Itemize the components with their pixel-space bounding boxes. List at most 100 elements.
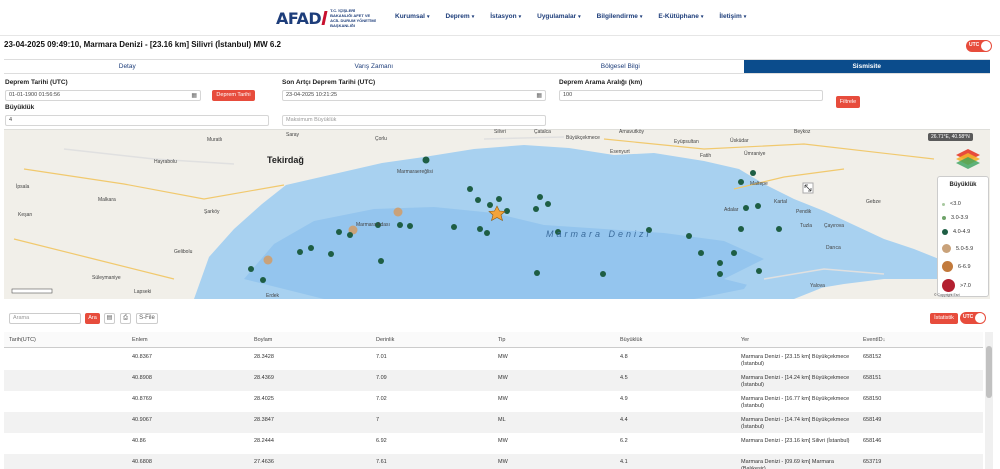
event-dot-4[interactable] (534, 270, 540, 276)
event-dot-4[interactable] (717, 260, 723, 266)
cell-type: MW (498, 354, 508, 360)
event-dot-4[interactable] (248, 266, 254, 272)
calendar-icon[interactable]: ▦ (536, 92, 542, 101)
utc-toggle-top[interactable]: UTC (966, 40, 992, 52)
event-dot-4[interactable] (537, 194, 543, 200)
min-magnitude-input[interactable]: 4 (5, 115, 269, 126)
deprem-tarihi-button[interactable]: Deprem Tarihi (212, 90, 255, 101)
filter-button[interactable]: Filtrele (836, 96, 860, 108)
menu-item-kurumsal[interactable]: Kurumsal ▾ (395, 13, 430, 20)
range-input[interactable]: 100 (559, 90, 823, 101)
tab-detay[interactable]: Detay (4, 60, 251, 73)
main-menu: Kurumsal ▾ Deprem ▾ İstasyon ▾ Uygulamalar ▾… (395, 13, 762, 20)
tab-varis-zamani[interactable]: Varış Zamanı (251, 60, 498, 73)
event-dot-4[interactable] (496, 196, 502, 202)
event-dot-4[interactable] (755, 203, 761, 209)
column-header-lon[interactable]: Boylam (254, 332, 272, 348)
start-date-input[interactable]: 01-01-1900 01:56:56 ▦ (5, 90, 201, 101)
event-dot-4[interactable] (260, 277, 266, 283)
menu-item-iletisim[interactable]: İletişim ▾ (719, 13, 746, 20)
print-icon[interactable]: ⎙ (120, 313, 131, 324)
column-header-magnitude[interactable]: Büyüklük (620, 332, 642, 348)
table-row[interactable]: 40.8769 28.4025 7.02 MW 4.9 Marmara Deni… (4, 391, 983, 412)
event-dot-4[interactable] (347, 232, 353, 238)
tab-sismisite[interactable]: Sismisite (743, 60, 990, 73)
search-button[interactable]: Ara (85, 313, 100, 324)
sfile-button[interactable]: S-File (136, 313, 158, 324)
event-dot-5[interactable] (263, 255, 273, 265)
event-dot-4[interactable] (731, 250, 737, 256)
event-dot-4[interactable] (545, 201, 551, 207)
event-dot-4[interactable] (686, 233, 692, 239)
event-dot-4[interactable] (451, 224, 457, 230)
event-dot-4[interactable] (484, 230, 490, 236)
column-header-type[interactable]: Tip (498, 332, 505, 348)
event-dot-4[interactable] (397, 222, 403, 228)
event-dot-4[interactable] (756, 268, 762, 274)
table-toolbar: Arama Ara ▤ ⎙ S-File İstatistik UTC (4, 312, 990, 326)
event-dot-4[interactable] (600, 271, 606, 277)
utc-toggle-table[interactable]: UTC (960, 312, 986, 324)
event-dot-4[interactable] (504, 208, 510, 214)
max-magnitude-input[interactable]: Maksimum Büyüklük (282, 115, 546, 126)
map-coordinates: 26.71°E, 40.58°N (928, 133, 973, 141)
event-dot-4[interactable] (422, 156, 430, 164)
table-scrollbar-thumb[interactable] (986, 346, 992, 398)
end-date-input[interactable]: 23-04-2025 10:21:25 ▦ (282, 90, 546, 101)
fullscreen-icon[interactable] (802, 182, 814, 194)
layers-icon[interactable] (956, 149, 980, 169)
event-dot-4[interactable] (698, 250, 704, 256)
menu-item-bilgilendirme[interactable]: Bilgilendirme ▾ (597, 13, 643, 20)
event-dot-4[interactable] (776, 226, 782, 232)
column-header-date[interactable]: Tarih(UTC) (9, 332, 36, 348)
event-dot-5[interactable] (393, 207, 403, 217)
event-dot-4[interactable] (308, 245, 314, 251)
tab-bolgesel-bilgi[interactable]: Bölgesel Bilgi (497, 60, 744, 73)
event-dot-4[interactable] (475, 197, 481, 203)
table-row[interactable]: 40.6808 27.4636 7.61 MW 4.1 Marmara Deni… (4, 454, 983, 469)
event-dot-4[interactable] (738, 226, 744, 232)
event-dot-4[interactable] (533, 206, 539, 212)
search-input[interactable]: Arama (9, 313, 81, 324)
magnitude-legend: Büyüklük <3.0 3.0-3.9 4.0-4.9 5.0-5.9 6-… (937, 176, 989, 297)
event-dot-4[interactable] (467, 186, 473, 192)
table-row[interactable]: 40.86 28.2444 6.92 MW 6.2 Marmara Denizi… (4, 433, 983, 454)
menu-item-e-kutuphane[interactable]: E-Kütüphane ▾ (658, 13, 703, 20)
event-dot-4[interactable] (297, 249, 303, 255)
event-dot-4[interactable] (407, 223, 413, 229)
column-header-lat[interactable]: Enlem (132, 332, 148, 348)
statistics-button[interactable]: İstatistik (930, 313, 958, 324)
cell-type: MW (498, 396, 508, 402)
event-dot-4[interactable] (378, 258, 384, 264)
menu-item-istasyon[interactable]: İstasyon ▾ (490, 13, 521, 20)
event-dot-4[interactable] (336, 229, 342, 235)
event-dot-4[interactable] (750, 170, 756, 176)
column-header-place[interactable]: Yer (741, 332, 749, 348)
event-dot-4[interactable] (487, 202, 493, 208)
column-header-eventid[interactable]: EventID↓ (863, 332, 885, 348)
table-row[interactable]: 40.9067 28.3847 7 ML 4.4 Marmara Denizi … (4, 412, 983, 433)
cell-type: MW (498, 375, 508, 381)
event-dot-4[interactable] (328, 251, 334, 257)
menu-item-uygulamalar[interactable]: Uygulamalar ▾ (537, 13, 581, 20)
map-canvas (4, 129, 990, 299)
map-copyright[interactable]: © Copyright Esri (934, 293, 960, 297)
afad-logo[interactable]: AFAD T.C. İÇİŞLERİ BAKANLIĞI AFET VE ACİ… (276, 8, 376, 28)
table-row[interactable]: 40.8367 28.3428 7.01 MW 4.8 Marmara Deni… (4, 349, 983, 370)
seismicity-map[interactable]: 26.71°E, 40.58°N Tekirdağ Marmaraereğlis… (4, 129, 990, 299)
cell-magnitude: 4.4 (620, 417, 628, 423)
menu-label: Uygulamalar (537, 13, 577, 20)
event-dot-4[interactable] (738, 179, 744, 185)
event-dot-4[interactable] (717, 271, 723, 277)
table-row[interactable]: 40.8908 28.4369 7.09 MW 4.5 Marmara Deni… (4, 370, 983, 391)
calendar-icon[interactable]: ▦ (191, 92, 197, 101)
chevron-down-icon: ▾ (426, 14, 430, 20)
cell-place: Marmara Denizi - [23.15 km] Büyükçekmece… (741, 354, 850, 367)
menu-label: İletişim (719, 13, 742, 20)
column-header-depth[interactable]: Derinlik (376, 332, 394, 348)
menu-item-deprem[interactable]: Deprem ▾ (446, 13, 475, 20)
event-dot-4[interactable] (743, 205, 749, 211)
table-icon[interactable]: ▤ (104, 313, 115, 324)
event-dot-4[interactable] (477, 226, 483, 232)
cell-place: Marmara Denizi - [16.77 km] Büyükçekmece… (741, 396, 850, 409)
